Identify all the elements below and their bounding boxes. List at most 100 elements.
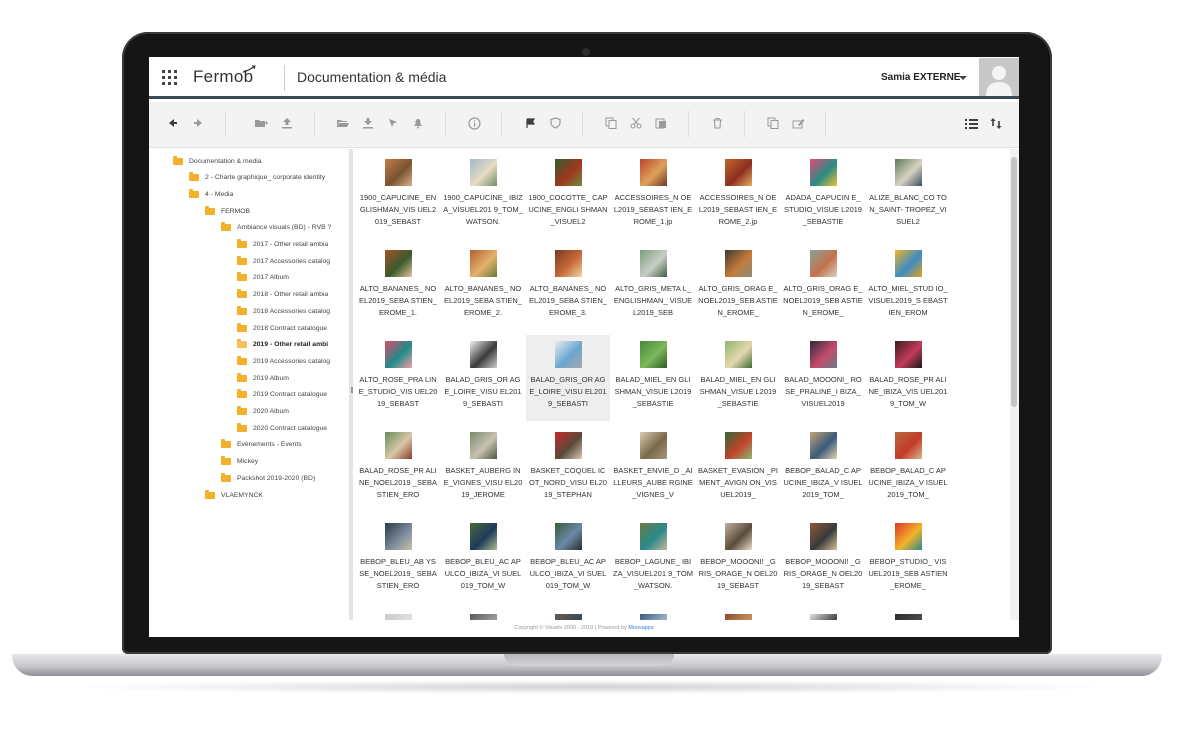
file-thumbnail[interactable] [725,523,752,550]
file-thumbnail[interactable] [895,432,922,459]
file-item[interactable]: BEBOP_LAGUNE_ IBIZA_VISUEL201 9_TOM_WATS… [611,517,695,603]
file-item[interactable]: 1900_COCOTTE_ CAPUCINE_ENGLI SHMAN_VISUE… [526,153,610,239]
file-item[interactable]: BEBOP_BALAD_C APUCINE_IBIZA_V ISUEL2019_… [866,426,950,512]
file-item[interactable]: ADADA_CAPUCIN E_STUDIO_VISUE L2019_SEBAS… [781,153,865,239]
tree-item[interactable]: 2017 Album [237,272,289,284]
file-item[interactable]: BEBOP_MOOONI! _GRIS_ORAGE_N OEL2019_SEBA… [781,517,865,603]
file-thumbnail[interactable] [810,341,837,368]
copy-icon[interactable] [603,115,619,131]
delete-icon[interactable] [709,115,725,131]
file-thumbnail[interactable] [470,341,497,368]
tree-item[interactable]: FERMOB [205,205,250,217]
rename-icon[interactable] [790,115,806,131]
file-thumbnail[interactable] [640,341,667,368]
file-item[interactable]: 1900_CAPUCINE_ IBIZA_VISUEL201 9_TOM_WAT… [441,153,525,239]
file-thumbnail[interactable] [810,523,837,550]
file-thumbnail[interactable] [640,250,667,277]
tree-item[interactable]: 2017 - Other retail ambia [237,239,328,251]
file-thumbnail[interactable] [470,250,497,277]
file-thumbnail[interactable] [385,250,412,277]
file-thumbnail[interactable] [555,159,582,186]
file-thumbnail[interactable] [385,432,412,459]
file-item[interactable]: ALTO_BANANES_ NOEL2019_SEBA STIEN_EROME_… [441,244,525,330]
tree-splitter[interactable] [349,149,353,620]
file-item[interactable]: ACCESSOIRES_N OEL2019_SEBAST IEN_EROME_1… [611,153,695,239]
tree-item[interactable]: Ambiance visuals (BD) - RVB ? [221,222,331,234]
tree-item[interactable]: Evènements - Events [221,439,302,451]
file-thumbnail[interactable] [810,159,837,186]
tree-item[interactable]: 2019 Accessories catalog [237,355,330,367]
file-thumbnail[interactable] [555,523,582,550]
file-item[interactable]: BALAD_GRIS_OR AGE_LOIRE_VISU EL2019_SEBA… [526,335,610,421]
file-item[interactable]: ALTO_MIEL_STUD IO_VISUEL2019_S EBASTIEN_… [866,244,950,330]
file-thumbnail[interactable] [640,159,667,186]
file-thumbnail[interactable] [895,341,922,368]
tree-item[interactable]: 2019 Contract catalogue [237,389,327,401]
file-item[interactable]: BALAD_ROSE_PR ALINE_IBIZA_VIS UEL2019_TO… [866,335,950,421]
file-thumbnail[interactable] [385,523,412,550]
file-thumbnail[interactable] [640,432,667,459]
file-thumbnail[interactable] [895,159,922,186]
file-item[interactable]: BASKET_EVASION _PIMENT_AVIGN ON_VISUEL20… [696,426,780,512]
scrollbar[interactable] [1010,149,1019,620]
tree-item[interactable]: Packshot 2019-2020 (BD) [221,472,315,484]
file-item[interactable]: BEBOP_BLEU_AC APULCO_IBIZA_VI SUEL019_TO… [441,517,525,603]
file-item[interactable]: ALTO_BANANES_ NOEL2019_SEBA STIEN_EROME_… [526,244,610,330]
tree-item[interactable]: 2 - Charte graphique_ corporate identity [189,172,325,184]
file-thumbnail[interactable] [895,523,922,550]
file-thumbnail[interactable] [470,523,497,550]
file-item[interactable]: BEBOP_BALAD_C APUCINE_IBIZA_V ISUEL2019_… [781,426,865,512]
cut-icon[interactable] [628,115,644,131]
tree-item[interactable]: VLAEMYNCK [205,489,263,501]
file-thumbnail[interactable] [385,341,412,368]
file-item[interactable]: ALTO_BANANES_ NOEL2019_SEBA STIEN_EROME_… [356,244,440,330]
file-item[interactable]: BASKET_AUBERG INE_VIGNES_VISU EL2019_JER… [441,426,525,512]
scrollbar-thumb[interactable] [1011,157,1017,407]
file-item[interactable]: BASKET_COQUEL ICOT_NORD_VISU EL2019_STEP… [526,426,610,512]
file-item[interactable]: ALTO_GRIS_META L_ENGLISHMAN_ VISUEL2019_… [611,244,695,330]
info-icon[interactable] [466,115,482,131]
file-thumbnail[interactable] [555,432,582,459]
file-item[interactable]: BALAD_MOOONI_ ROSE_PRALINE_I BIZA_VISUEL… [781,335,865,421]
duplicate-icon[interactable] [765,115,781,131]
file-item[interactable]: 1900_CAPUCINE_ ENGLISHMAN_VIS UEL2019_SE… [356,153,440,239]
shield-icon[interactable] [547,115,563,131]
file-thumbnail[interactable] [895,250,922,277]
file-thumbnail[interactable] [725,250,752,277]
arrow-right-icon[interactable] [190,115,206,131]
file-item[interactable]: BALAD_GRIS_OR AGE_LOIRE_VISU EL2019_SEBA… [441,335,525,421]
file-item[interactable]: BEBOP_BLEU_AC APULCO_IBIZA_VI SUEL019_TO… [526,517,610,603]
file-thumbnail[interactable] [555,250,582,277]
tree-item[interactable]: Mickey [221,456,258,468]
file-item[interactable]: ACCESSOIRES_N OEL2019_SEBAST IEN_EROME_2… [696,153,780,239]
file-thumbnail[interactable] [725,159,752,186]
file-thumbnail[interactable] [640,523,667,550]
file-item[interactable]: BALAD_MIEL_EN GLISHMAN_VISUE L2019_SEBAS… [611,335,695,421]
apps-grid-icon[interactable] [162,70,177,85]
flag-icon[interactable] [522,115,538,131]
open-folder-icon[interactable] [335,115,351,131]
file-item[interactable]: BEBOP_MOOONI! _GRIS_ORAGE_N OEL2019_SEBA… [696,517,780,603]
paste-icon[interactable] [653,115,669,131]
tree-item[interactable]: 2018 - Other retail ambia [237,289,328,301]
list-view-icon[interactable] [963,115,979,131]
splitter-handle-icon[interactable] [351,387,353,393]
file-thumbnail[interactable] [725,432,752,459]
file-item[interactable]: BALAD_ROSE_PR ALINE_NOEL2019 _SEBASTIEN_… [356,426,440,512]
user-menu[interactable]: Samia EXTERNE [881,72,960,83]
file-item[interactable]: ALTO_GRIS_ORAG E_NOEL2019_SEB ASTIEN_ERO… [696,244,780,330]
cursor-icon[interactable] [385,115,401,131]
file-item[interactable]: BASKET_ENVIE_D _AILLEURS_AUBE RGINE_VIGN… [611,426,695,512]
tree-item[interactable]: 2018 Accessories catalog [237,305,330,317]
file-item[interactable]: ALTO_GRIS_ORAG E_NOEL2019_SEB ASTIEN_ERO… [781,244,865,330]
new-folder-icon[interactable] [253,115,269,131]
file-item[interactable]: BEBOP_STUDIO_ VISUEL2019_SEB ASTIEN_EROM… [866,517,950,603]
tree-item[interactable]: Documentation & media [173,155,262,167]
tree-item[interactable]: 2018 Contract catalogue [237,322,327,334]
tree-item[interactable]: 4 - Media [189,188,233,200]
tree-item[interactable]: 2020 Album [237,406,289,418]
bell-icon[interactable] [410,115,426,131]
file-thumbnail[interactable] [470,159,497,186]
avatar-icon[interactable] [979,58,1019,96]
file-item[interactable]: ALIZE_BLANC_CO TON_SAINT- TROPEZ_VISUEL2 [866,153,950,239]
